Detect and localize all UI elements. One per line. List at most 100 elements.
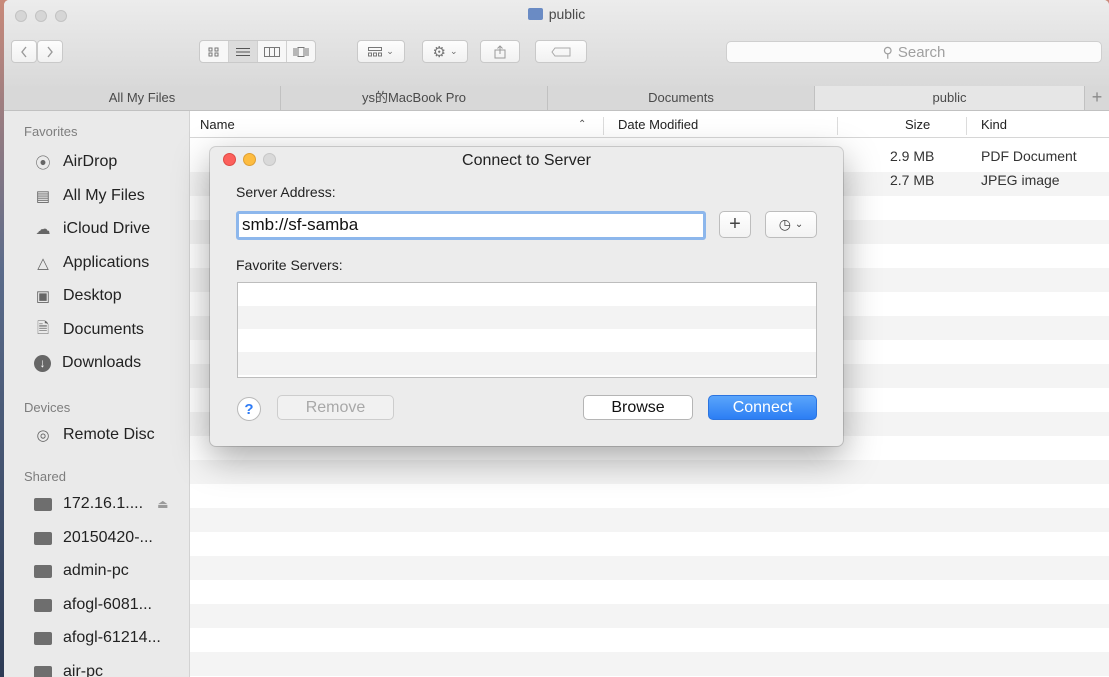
icon-view-button[interactable] xyxy=(200,41,229,62)
sidebar-item-shared-host[interactable]: afogl-61214... xyxy=(34,623,161,653)
computer-icon xyxy=(34,564,52,578)
columns-icon xyxy=(264,46,280,57)
column-view-button[interactable] xyxy=(258,41,287,62)
sidebar-item-remote-disc[interactable]: ◎ Remote Disc xyxy=(34,420,154,450)
file-kind: JPEG image xyxy=(981,172,1060,188)
computer-icon xyxy=(34,665,52,677)
sidebar-item-shared-host[interactable]: afogl-6081... xyxy=(34,590,152,620)
edit-tags-button[interactable] xyxy=(535,40,587,63)
back-button[interactable] xyxy=(11,40,37,63)
add-favorite-button[interactable]: + xyxy=(719,211,751,238)
empty-row xyxy=(190,604,1109,628)
remove-button[interactable]: Remove xyxy=(277,395,394,420)
grid-icon xyxy=(208,47,219,56)
favorite-servers-label: Favorite Servers: xyxy=(236,257,343,273)
sidebar-header-devices: Devices xyxy=(24,400,71,415)
sidebar-item-shared-host[interactable]: admin-pc xyxy=(34,556,129,586)
window-title: public xyxy=(4,6,1109,22)
browse-button[interactable]: Browse xyxy=(583,395,693,420)
disc-icon: ◎ xyxy=(36,427,50,444)
tab-bar: All My Files ys的MacBook Pro Documents pu… xyxy=(4,86,1109,111)
dialog-title: Connect to Server xyxy=(462,152,591,169)
server-address-label: Server Address: xyxy=(236,184,336,200)
chevron-left-icon xyxy=(21,46,27,57)
column-divider xyxy=(966,117,967,135)
sidebar-item-all-my-files[interactable]: ▤ All My Files xyxy=(34,181,145,211)
sidebar-item-shared-host[interactable]: air-pc xyxy=(34,657,103,677)
favorite-servers-list[interactable] xyxy=(237,282,817,378)
column-size[interactable]: Size xyxy=(905,117,930,132)
empty-row xyxy=(190,484,1109,508)
tab-documents[interactable]: Documents xyxy=(548,86,815,110)
arrange-button[interactable]: ⌄ xyxy=(357,40,405,63)
sidebar-header-shared: Shared xyxy=(24,469,66,484)
action-button[interactable]: ⚙ ⌄ xyxy=(422,40,468,63)
sidebar-item-applications[interactable]: △ Applications xyxy=(34,248,149,278)
network-folder-icon xyxy=(527,8,543,20)
list-item xyxy=(238,352,816,375)
list-item xyxy=(238,283,816,306)
search-icon: ⚲ xyxy=(882,43,893,60)
search-field[interactable]: ⚲ Search xyxy=(726,41,1102,63)
computer-icon xyxy=(34,631,52,645)
list-icon xyxy=(236,47,250,56)
empty-row xyxy=(190,556,1109,580)
applications-icon: △ xyxy=(37,255,49,272)
sidebar-header-favorites: Favorites xyxy=(24,124,78,139)
tag-icon xyxy=(551,47,571,56)
file-kind: PDF Document xyxy=(981,148,1077,164)
sidebar-item-airdrop[interactable]: ⦿ AirDrop xyxy=(34,147,117,177)
documents-icon: 🗎 xyxy=(36,319,50,337)
computer-icon xyxy=(34,497,52,511)
connect-button[interactable]: Connect xyxy=(708,395,817,420)
help-button[interactable]: ? xyxy=(237,397,261,421)
column-name[interactable]: Name xyxy=(200,117,235,132)
clock-icon: ◷ xyxy=(778,216,791,232)
sort-ascending-icon: ⌃ xyxy=(578,119,587,130)
file-size: 2.7 MB xyxy=(890,172,935,188)
column-date-modified[interactable]: Date Modified xyxy=(618,117,698,132)
list-item xyxy=(238,329,816,352)
column-divider xyxy=(837,117,838,135)
empty-row xyxy=(190,508,1109,532)
chevron-down-icon: ⌄ xyxy=(386,46,394,56)
server-address-input[interactable]: smb://sf-samba xyxy=(236,211,706,240)
list-item xyxy=(238,306,816,329)
cover-flow-button[interactable] xyxy=(287,41,315,62)
share-button[interactable] xyxy=(480,40,520,63)
sidebar-item-desktop[interactable]: ▣ Desktop xyxy=(34,281,122,311)
chevron-down-icon: ⌄ xyxy=(449,46,458,56)
connect-to-server-dialog: Connect to Server Server Address: smb://… xyxy=(210,147,843,446)
recent-servers-button[interactable]: ◷ ⌄ xyxy=(765,211,817,238)
title-bar: public ⌄ ⚙ ⌄ ⚲ Search xyxy=(4,0,1109,87)
tab-macbook-pro[interactable]: ys的MacBook Pro xyxy=(281,86,548,110)
empty-row xyxy=(190,460,1109,484)
finder-window: public ⌄ ⚙ ⌄ ⚲ Search All My Files ys的Ma… xyxy=(4,0,1109,677)
sidebar-item-documents[interactable]: 🗎 Documents xyxy=(34,315,144,345)
sidebar: Favorites ⦿ AirDrop ▤ All My Files ☁ iCloud… xyxy=(4,111,190,677)
column-header: Name ⌃ Date Modified Size Kind xyxy=(190,111,1109,138)
sidebar-item-shared-host[interactable]: 20150420-... xyxy=(34,523,153,553)
arrange-icon xyxy=(368,46,383,56)
column-divider xyxy=(603,117,604,135)
view-mode-segmented-control xyxy=(199,40,316,63)
all-files-icon: ▤ xyxy=(35,188,51,205)
tab-all-my-files[interactable]: All My Files xyxy=(4,86,281,110)
empty-row xyxy=(190,652,1109,676)
list-view-button[interactable] xyxy=(229,41,258,62)
eject-icon[interactable]: ⏏ xyxy=(157,497,168,511)
computer-icon xyxy=(34,598,52,612)
search-placeholder: Search xyxy=(897,43,946,61)
sidebar-item-shared-host[interactable]: 172.16.1.... ⏏ xyxy=(34,489,168,519)
cover-flow-icon xyxy=(293,46,309,57)
tab-public[interactable]: public xyxy=(815,86,1085,110)
new-tab-button[interactable]: + xyxy=(1085,86,1109,110)
sidebar-item-icloud-drive[interactable]: ☁ iCloud Drive xyxy=(34,214,151,244)
column-kind[interactable]: Kind xyxy=(981,117,1007,132)
desktop-icon: ▣ xyxy=(35,288,51,305)
forward-button[interactable] xyxy=(37,40,63,63)
empty-row xyxy=(190,580,1109,604)
sidebar-item-downloads[interactable]: ↓ Downloads xyxy=(34,348,141,378)
computer-icon xyxy=(34,531,52,545)
downloads-icon: ↓ xyxy=(34,354,51,372)
